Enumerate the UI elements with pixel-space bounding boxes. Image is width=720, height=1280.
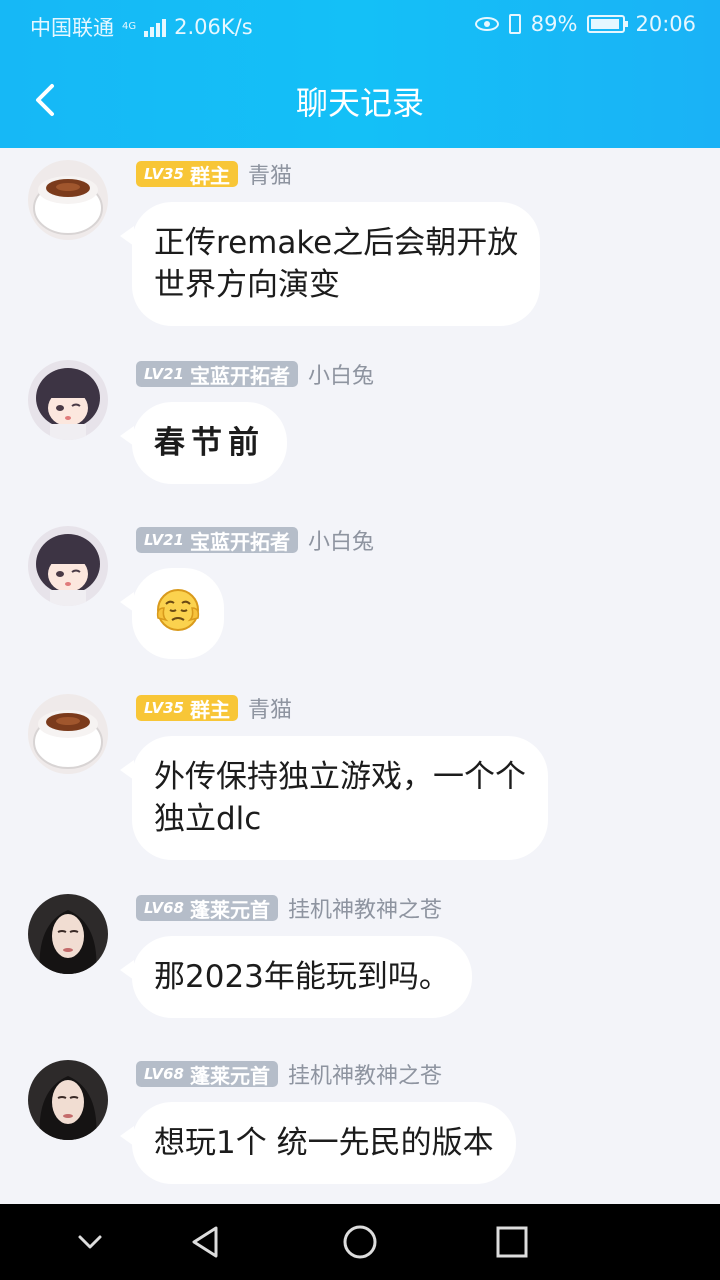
sender-name: 青猫 (247, 164, 292, 189)
group-owner-badge: LV35 群主 (136, 161, 238, 188)
message-bubble[interactable]: 那2023年能玩到吗。 (120, 936, 472, 1018)
app-header: 中国联通 4G 2.06K/s 89% 20:06 聊天记录 (0, 0, 720, 148)
clock: 20:06 (635, 12, 696, 36)
chat-history-list[interactable]: LV35 群主 青猫 正传remake之后会朝开放 世界方向演变 LV21 宝蓝开拓… (0, 148, 720, 1204)
sender-name: 小白兔 (307, 364, 374, 389)
worried-face-emoji (156, 589, 200, 631)
triangle-back-icon (192, 1226, 218, 1258)
message-bubble[interactable]: 正传remake之后会朝开放 世界方向演变 (119, 202, 541, 326)
status-bar: 中国联通 4G 2.06K/s 89% 20:06 (0, 0, 720, 50)
member-title-badge: LV21 宝蓝开拓者 (136, 361, 298, 388)
vibrate-icon (508, 14, 521, 34)
member-title-badge: LV21 宝蓝开拓者 (136, 527, 298, 554)
coffee-cup-avatar[interactable] (28, 694, 108, 774)
message-bubble[interactable]: 外传保持独立游戏，一个个 独立dlc (120, 736, 548, 860)
nav-home-button[interactable] (340, 1222, 380, 1262)
battery-percent: 89% (530, 12, 578, 36)
sender-name: 挂机神教神之苍 (287, 898, 442, 923)
woman-photo-avatar[interactable] (28, 894, 108, 974)
nav-collapse-button[interactable] (70, 1222, 110, 1262)
chevron-down-icon (78, 1235, 102, 1249)
nav-recents-button[interactable] (492, 1222, 532, 1262)
carrier-label: 中国联通 (30, 16, 114, 40)
eye-comfort-icon (474, 17, 499, 31)
message-bubble[interactable]: 春节前 (120, 402, 287, 484)
message-bubble[interactable]: 想玩1个 统一先民的版本 (120, 1102, 516, 1184)
member-title-badge: LV68 蓬莱元首 (136, 895, 278, 922)
circle-home-icon (343, 1225, 377, 1259)
square-recents-icon (496, 1226, 528, 1258)
nav-back-button[interactable] (186, 1222, 226, 1262)
coffee-cup-avatar[interactable] (28, 160, 108, 240)
sender-name: 挂机神教神之苍 (287, 1064, 442, 1089)
system-nav-bar (0, 1204, 720, 1280)
sender-name: 小白兔 (307, 530, 374, 555)
battery-icon (587, 15, 629, 33)
group-owner-badge: LV35 群主 (136, 695, 238, 722)
network-speed: 2.06K/s (174, 15, 253, 39)
signal-icon (144, 17, 167, 37)
anime-girl-avatar[interactable] (28, 360, 108, 440)
anime-girl-avatar[interactable] (28, 526, 108, 606)
message-bubble[interactable] (120, 568, 224, 659)
member-title-badge: LV68 蓬莱元首 (136, 1061, 278, 1088)
woman-photo-avatar[interactable] (28, 1060, 108, 1140)
network-type: 4G (122, 21, 137, 32)
sender-name: 青猫 (247, 698, 292, 723)
page-title: 聊天记录 (295, 84, 424, 122)
